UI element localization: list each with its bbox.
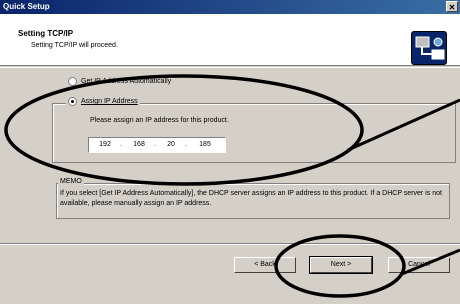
radio-auto-indicator[interactable] <box>68 77 77 86</box>
page-subtitle: Setting TCP/IP will proceed. <box>31 42 118 49</box>
assign-ip-group <box>52 103 456 163</box>
ip-octet-2[interactable]: 168 <box>129 141 149 148</box>
network-setup-icon <box>411 31 447 65</box>
radio-get-ip-automatically[interactable]: Get IP Address Automatically <box>68 77 171 86</box>
wizard-header: Setting TCP/IP Setting TCP/IP will proce… <box>0 14 460 66</box>
ip-dot: . <box>185 141 187 148</box>
ip-octet-1[interactable]: 192 <box>95 141 115 148</box>
radio-assign-ip[interactable]: Assign IP Address <box>66 97 140 106</box>
ip-octet-3[interactable]: 20 <box>161 141 181 148</box>
window-title: Quick Setup <box>3 2 50 11</box>
ip-address-field[interactable]: 192 . 168 . 20 . 185 <box>88 137 226 153</box>
radio-assign-indicator[interactable] <box>68 97 77 106</box>
page-title: Setting TCP/IP <box>18 29 74 38</box>
footer-divider <box>0 243 460 245</box>
ip-dot: . <box>154 141 156 148</box>
assign-instruction: Please assign an IP address for this pro… <box>90 117 229 124</box>
memo-label: MEMO <box>58 178 84 185</box>
header-divider <box>0 67 460 68</box>
back-button[interactable]: < Back <box>234 257 296 273</box>
ip-dot: . <box>120 141 122 148</box>
close-icon[interactable]: ✕ <box>446 1 458 12</box>
next-button[interactable]: Next > <box>309 256 373 274</box>
radio-auto-label: Get IP Address Automatically <box>81 78 172 85</box>
title-bar: Quick Setup ✕ <box>0 0 460 14</box>
cancel-button[interactable]: Cancel <box>388 257 450 273</box>
quick-setup-window: Quick Setup ✕ Setting TCP/IP Setting TCP… <box>0 0 460 304</box>
radio-assign-label: Assign IP Address <box>81 98 138 105</box>
memo-text: If you select [Get IP Address Automatica… <box>60 190 442 207</box>
ip-octet-4[interactable]: 185 <box>195 141 215 148</box>
